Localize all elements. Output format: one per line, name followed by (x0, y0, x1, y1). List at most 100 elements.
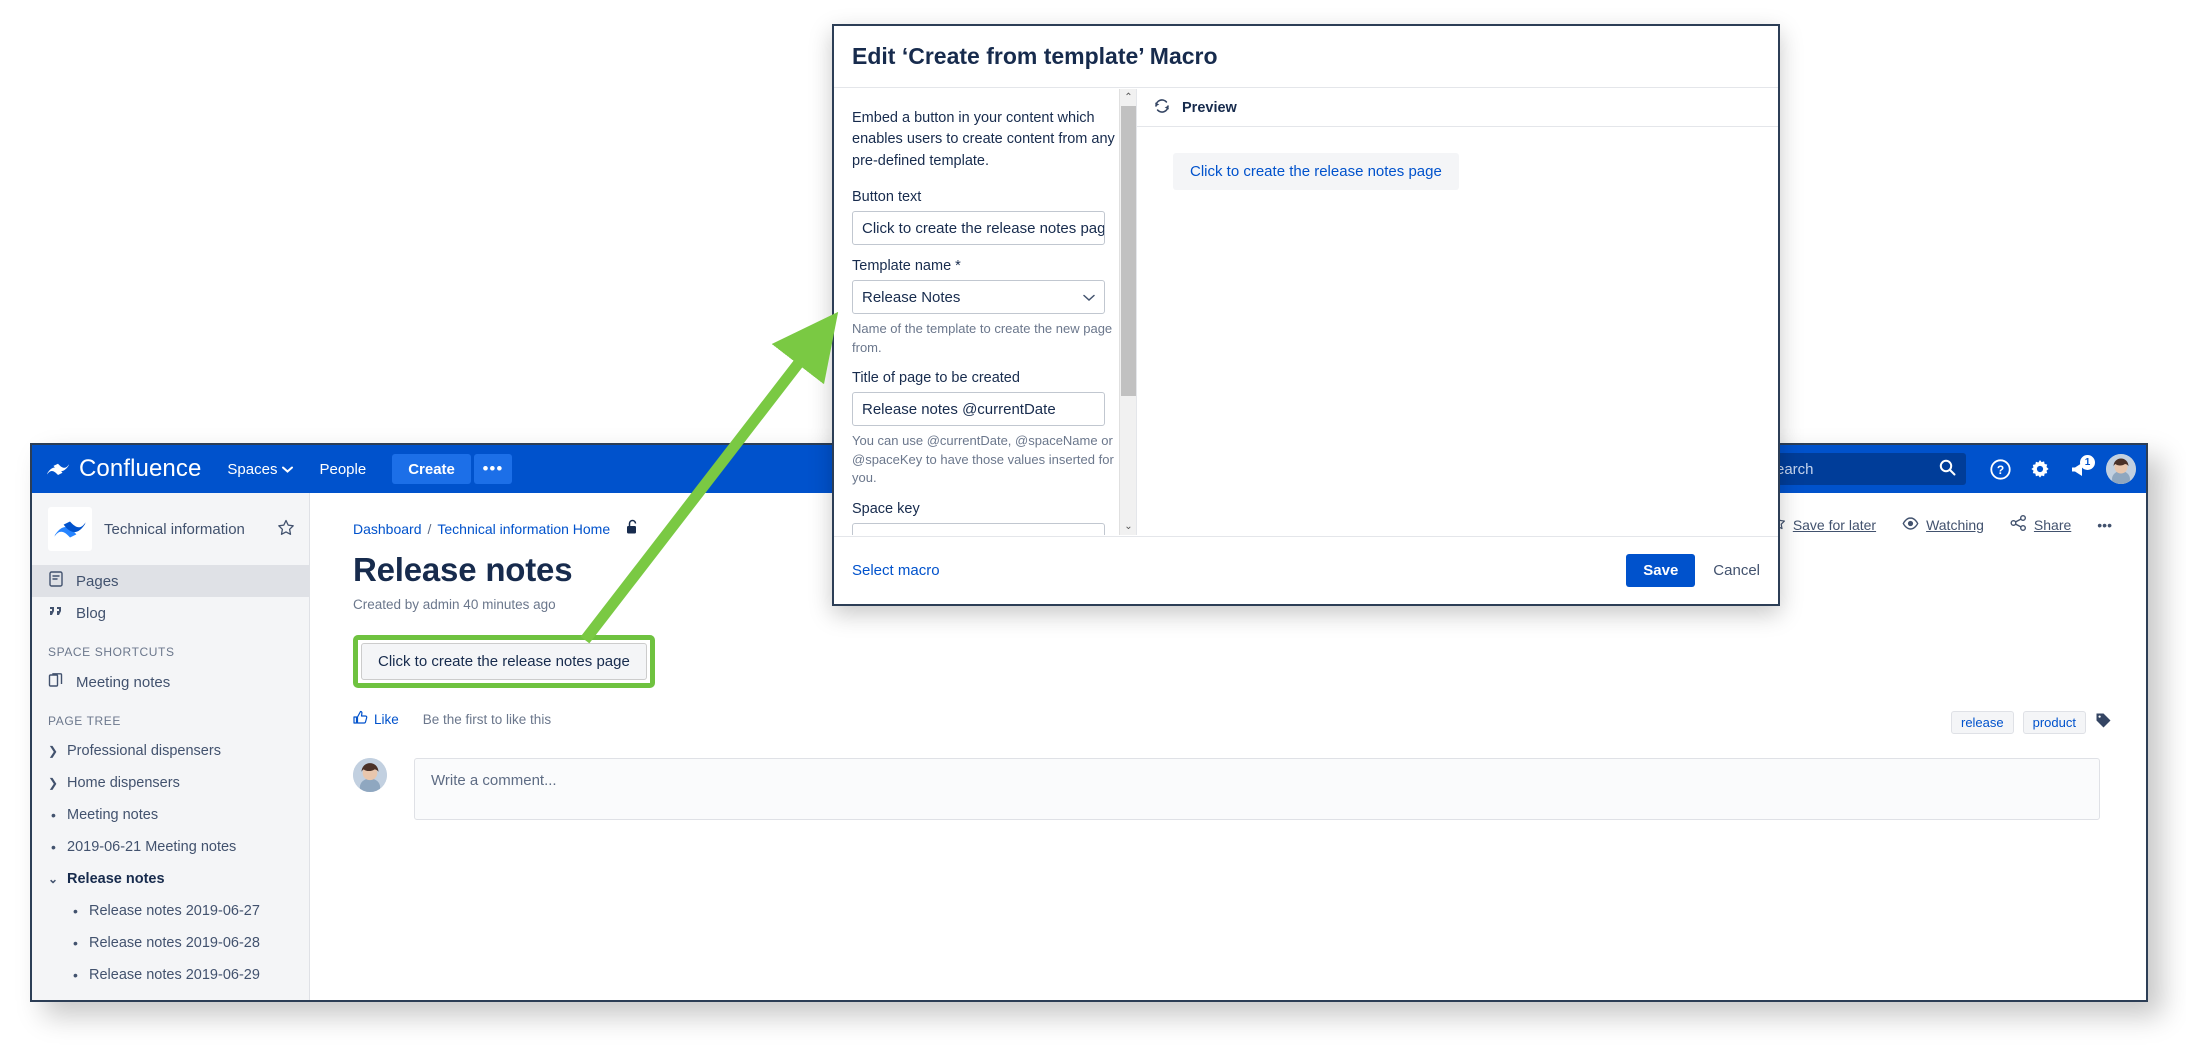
tree-item-label: Release notes 2019-06-27 (89, 903, 260, 919)
breadcrumb-dashboard[interactable]: Dashboard (353, 521, 422, 537)
sidebar-section-page-tree: PAGE TREE (48, 714, 121, 728)
page-title-help: You can use @currentDate, @spaceName or … (852, 433, 1114, 486)
cancel-button[interactable]: Cancel (1713, 562, 1760, 579)
watching-button[interactable]: Watching (1902, 517, 1984, 533)
bullet-icon: • (73, 967, 78, 983)
tree-item-professional-dispensers[interactable]: ❯ Professional dispensers (32, 735, 309, 767)
macro-description: Embed a button in your content which ena… (852, 110, 1115, 169)
page-icon (48, 571, 64, 591)
breadcrumb-parent[interactable]: Technical information Home (437, 521, 610, 537)
macro-button-highlight: Click to create the release notes page (353, 635, 655, 688)
button-text-input[interactable]: Click to create the release notes pag (852, 211, 1105, 246)
space-key-input[interactable] (852, 522, 1105, 535)
tree-item-label: Release notes 2019-06-29 (89, 967, 260, 983)
sidebar-item-blog[interactable]: Blog (32, 597, 309, 629)
svg-text:?: ? (1996, 463, 2003, 477)
like-button[interactable]: Like (353, 710, 399, 728)
thumbs-up-icon (353, 710, 368, 728)
sidebar-shortcut-meeting-notes[interactable]: Meeting notes (32, 666, 309, 698)
labels-row: release product (1950, 711, 2112, 734)
space-header: Technical information (32, 507, 309, 551)
dialog-footer: Select macro Save Cancel (834, 536, 1778, 604)
search-text: earch (1776, 460, 1814, 478)
create-button[interactable]: Create (392, 454, 471, 484)
confluence-logo[interactable]: Confluence (46, 455, 201, 483)
sidebar-shortcut-label: Meeting notes (76, 673, 171, 691)
help-icon[interactable]: ? (1982, 451, 2018, 487)
nav-people[interactable]: People (319, 461, 366, 478)
bullet-icon: • (73, 903, 78, 919)
chevron-right-icon[interactable]: ❯ (48, 776, 59, 790)
tag-icon[interactable] (2095, 712, 2112, 734)
refresh-icon[interactable] (1153, 97, 1171, 119)
space-avatar-icon (48, 507, 92, 551)
more-icon: ••• (2097, 516, 2112, 533)
sidebar-section-shortcuts: SPACE SHORTCUTS (48, 645, 175, 659)
megaphone-icon[interactable]: 1 (2062, 451, 2098, 487)
create-from-template-button[interactable]: Click to create the release notes page (361, 643, 647, 680)
page-more-button[interactable]: ••• (2097, 517, 2112, 533)
scrollbar-thumb[interactable] (1121, 106, 1136, 396)
label-product[interactable]: product (2022, 711, 2086, 734)
like-label: Like (374, 711, 399, 727)
page-actions-toolbar: Save for later Watching Share ••• (1770, 515, 2112, 534)
scroll-down-icon[interactable]: ⌄ (1120, 518, 1136, 535)
template-name-select[interactable]: Release Notes (852, 280, 1105, 315)
quote-icon (48, 603, 64, 623)
tree-item-release-notes[interactable]: ⌄ Release notes (32, 863, 309, 895)
template-name-help: Name of the template to create the new p… (852, 321, 1113, 355)
star-icon[interactable] (277, 519, 295, 540)
tree-item-release-notes-2019-06-28[interactable]: • Release notes 2019-06-28 (32, 927, 309, 959)
template-name-label: Template name * (852, 258, 961, 275)
page-title-input[interactable]: Release notes @currentDate (852, 392, 1105, 427)
tree-item-release-notes-2019-06-27[interactable]: • Release notes 2019-06-27 (32, 895, 309, 927)
bullet-icon: • (51, 839, 56, 855)
preview-panel: Preview Click to create the release note… (1136, 89, 1778, 535)
tree-item-release-notes-2019-06-29[interactable]: • Release notes 2019-06-29 (32, 959, 309, 991)
preview-header: Preview (1137, 89, 1778, 127)
eye-icon (1902, 516, 1919, 533)
gear-icon[interactable] (2022, 451, 2058, 487)
nav-spaces[interactable]: Spaces (227, 460, 294, 478)
dialog-body: Embed a button in your content which ena… (834, 89, 1778, 535)
preview-macro-button[interactable]: Click to create the release notes page (1173, 153, 1459, 190)
save-for-later-button[interactable]: Save for later (1770, 515, 1876, 534)
top-nav-right-group: earch ? 1 (1766, 445, 2136, 493)
macro-parameters-panel: Embed a button in your content which ena… (834, 89, 1136, 535)
dialog-header: Edit ‘Create from template’ Macro (834, 26, 1778, 88)
tree-item-label: Home dispensers (67, 775, 180, 791)
bullet-icon: • (73, 935, 78, 951)
parameters-scrollbar[interactable]: ⌃ ⌄ (1119, 89, 1136, 535)
dialog-title: Edit ‘Create from template’ Macro (852, 43, 1218, 69)
save-for-later-label: Save for later (1792, 516, 1877, 533)
button-text-label: Button text (852, 189, 922, 206)
chevron-down-icon[interactable]: ⌄ (48, 872, 59, 886)
unlocked-padlock-icon[interactable] (625, 519, 640, 538)
preview-body: Click to create the release notes page (1137, 127, 1778, 190)
tree-item-home-dispensers[interactable]: ❯ Home dispensers (32, 767, 309, 799)
create-more-button[interactable]: ••• (473, 454, 512, 484)
watching-label: Watching (1926, 516, 1984, 533)
comment-input[interactable]: Write a comment... (414, 758, 2100, 820)
chevron-right-icon[interactable]: ❯ (48, 744, 59, 758)
sidebar-item-pages[interactable]: Pages (32, 565, 309, 597)
edit-macro-dialog: Edit ‘Create from template’ Macro Embed … (832, 24, 1780, 606)
save-button[interactable]: Save (1626, 554, 1696, 587)
tree-item-2019-06-21-meeting-notes[interactable]: • 2019-06-21 Meeting notes (32, 831, 309, 863)
label-release[interactable]: release (1950, 711, 2014, 734)
tree-item-label: Professional dispensers (67, 743, 221, 759)
like-note: Be the first to like this (422, 711, 552, 727)
bullet-icon: • (51, 807, 56, 823)
tree-item-meeting-notes[interactable]: • Meeting notes (32, 799, 309, 831)
like-row: Like Be the first to like this (353, 710, 2106, 728)
preview-heading: Preview (1182, 99, 1237, 116)
search-input[interactable]: earch (1766, 453, 1966, 485)
comment-avatar (353, 758, 387, 792)
share-label: Share (2033, 516, 2072, 533)
share-button[interactable]: Share (2010, 515, 2071, 534)
select-macro-link[interactable]: Select macro (852, 562, 940, 579)
scroll-up-icon[interactable]: ⌃ (1120, 89, 1136, 106)
search-icon[interactable] (1939, 459, 1956, 480)
avatar[interactable] (2106, 454, 2136, 484)
nav-spaces-label: Spaces (227, 460, 278, 478)
